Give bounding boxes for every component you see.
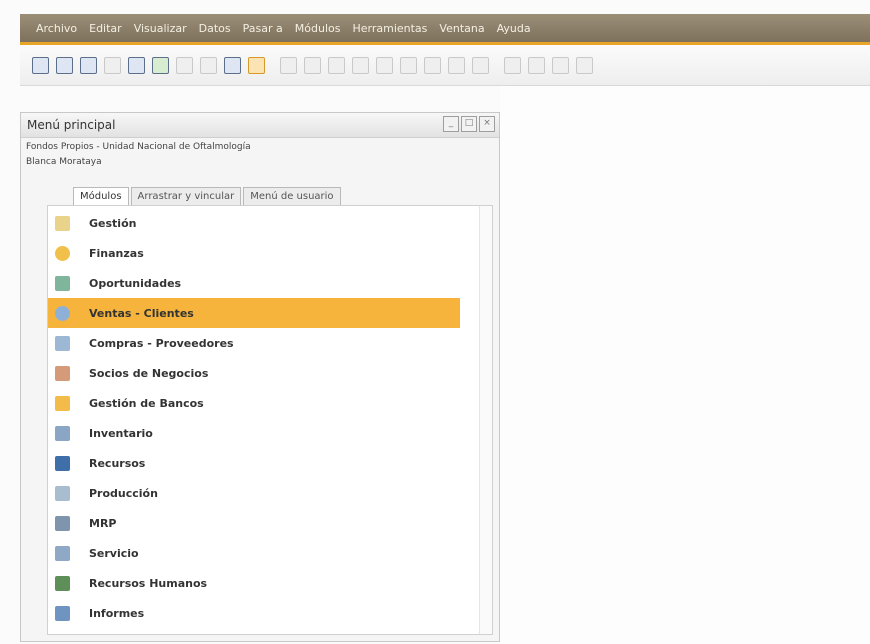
menu-herramientas[interactable]: Herramientas	[352, 22, 427, 35]
resources-icon	[55, 455, 70, 471]
sales-icon	[55, 305, 70, 321]
filter-icon[interactable]	[424, 57, 441, 74]
modules-list: Gestión Finanzas Oportunidades Ventas - …	[47, 205, 493, 635]
user-name: Blanca Morataya	[26, 157, 102, 167]
module-servicio[interactable]: Servicio	[48, 538, 460, 568]
module-gestion[interactable]: Gestión	[48, 208, 460, 238]
menu-archivo[interactable]: Archivo	[36, 22, 77, 35]
list-scrollbar[interactable]	[479, 206, 492, 634]
minimize-button[interactable]: _	[443, 116, 459, 132]
document-icon[interactable]	[200, 57, 217, 74]
hr-icon	[55, 575, 70, 591]
module-label: Socios de Negocios	[89, 366, 209, 380]
fax-icon[interactable]	[128, 57, 145, 74]
module-finanzas[interactable]: Finanzas	[48, 238, 460, 268]
service-icon	[55, 545, 70, 561]
export-icon[interactable]	[104, 57, 121, 74]
module-label: Compras - Proveedores	[89, 336, 234, 350]
module-recursos-humanos[interactable]: Recursos Humanos	[48, 568, 460, 598]
module-label: Gestión de Bancos	[89, 396, 204, 410]
menu-pasar-a[interactable]: Pasar a	[243, 22, 283, 35]
module-gestion-de-bancos[interactable]: Gestión de Bancos	[48, 388, 460, 418]
window-title: Menú principal	[27, 118, 116, 132]
menu-modulos[interactable]: Módulos	[295, 22, 341, 35]
print-icon[interactable]	[56, 57, 73, 74]
tab-menu-de-usuario[interactable]: Menú de usuario	[243, 187, 341, 205]
tab-modulos[interactable]: Módulos	[73, 187, 129, 205]
form-icon[interactable]	[248, 57, 265, 74]
preview-icon[interactable]	[32, 57, 49, 74]
inventory-icon	[55, 425, 70, 441]
module-inventario[interactable]: Inventario	[48, 418, 460, 448]
module-label: Oportunidades	[89, 276, 182, 290]
next-record-icon[interactable]	[376, 57, 393, 74]
layout-icon[interactable]	[576, 57, 593, 74]
module-label: Recursos	[89, 456, 146, 470]
module-label: Ventas - Clientes	[89, 306, 194, 320]
module-produccion[interactable]: Producción	[48, 478, 460, 508]
reports-icon	[55, 605, 70, 621]
menu-ayuda[interactable]: Ayuda	[497, 22, 531, 35]
print-preview-icon[interactable]	[152, 57, 169, 74]
close-button[interactable]: ×	[479, 116, 495, 132]
module-compras-proveedores[interactable]: Compras - Proveedores	[48, 328, 460, 358]
management-icon	[55, 215, 70, 231]
tab-arrastrar-y-vincular[interactable]: Arrastrar y vincular	[130, 187, 242, 205]
first-record-icon[interactable]	[328, 57, 345, 74]
production-icon	[55, 485, 70, 501]
copy-icon[interactable]	[504, 57, 521, 74]
maximize-button[interactable]: □	[461, 116, 477, 132]
module-label: Servicio	[89, 546, 139, 560]
module-label: Recursos Humanos	[89, 576, 208, 590]
mrp-icon	[55, 515, 70, 531]
layout-icon[interactable]	[552, 57, 569, 74]
module-label: Finanzas	[89, 246, 144, 260]
find-icon[interactable]	[280, 57, 297, 74]
menu-editar[interactable]: Editar	[89, 22, 122, 35]
module-ventas-clientes[interactable]: Ventas - Clientes	[48, 298, 460, 328]
menu-bar: Archivo Editar Visualizar Datos Pasar a …	[20, 14, 870, 45]
menu-visualizar[interactable]: Visualizar	[134, 22, 187, 35]
workspace	[500, 86, 870, 644]
module-mrp[interactable]: MRP	[48, 508, 460, 538]
main-menu-window: Menú principal _ □ × Fondos Propios - Un…	[20, 112, 500, 642]
document-icon[interactable]	[176, 57, 193, 74]
module-label: Gestión	[89, 216, 137, 230]
module-label: Informes	[89, 606, 145, 620]
opportunities-icon	[55, 275, 70, 291]
module-socios-de-negocios[interactable]: Socios de Negocios	[48, 358, 460, 388]
cart-icon	[55, 335, 70, 351]
move-icon[interactable]	[224, 57, 241, 74]
toolbar	[20, 45, 870, 86]
finance-icon	[55, 245, 70, 261]
module-label: Inventario	[89, 426, 153, 440]
menu-datos[interactable]: Datos	[199, 22, 231, 35]
window-title-bar: Menú principal _ □ ×	[21, 113, 499, 138]
tab-bar: Módulos Arrastrar y vincular Menú de usu…	[73, 187, 343, 205]
module-label: MRP	[89, 516, 117, 530]
partners-icon	[55, 365, 70, 381]
paste-icon[interactable]	[528, 57, 545, 74]
email-icon[interactable]	[80, 57, 97, 74]
previous-record-icon[interactable]	[352, 57, 369, 74]
sort-icon[interactable]	[448, 57, 465, 74]
settings-icon[interactable]	[472, 57, 489, 74]
bank-icon	[55, 395, 70, 411]
module-label: Producción	[89, 486, 158, 500]
menu-ventana[interactable]: Ventana	[439, 22, 484, 35]
add-icon[interactable]	[304, 57, 321, 74]
module-oportunidades[interactable]: Oportunidades	[48, 268, 460, 298]
company-name: Fondos Propios - Unidad Nacional de Ofta…	[26, 142, 251, 152]
module-informes[interactable]: Informes	[48, 598, 460, 628]
module-recursos[interactable]: Recursos	[48, 448, 460, 478]
last-record-icon[interactable]	[400, 57, 417, 74]
